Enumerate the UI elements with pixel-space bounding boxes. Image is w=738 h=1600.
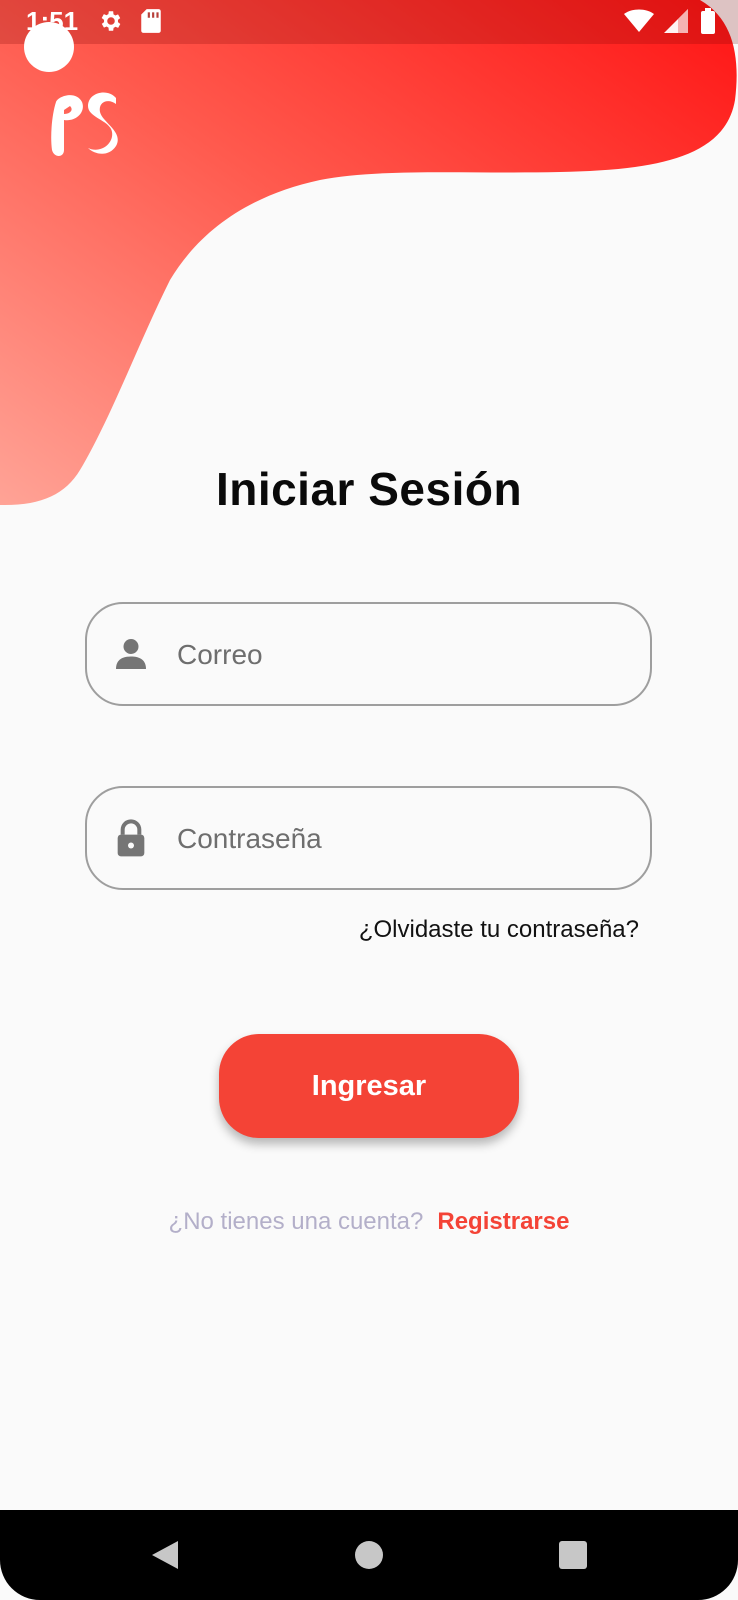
home-icon	[355, 1541, 383, 1569]
signup-prompt: ¿No tienes una cuenta? Registrarse	[0, 1208, 738, 1236]
recents-button[interactable]	[548, 1530, 598, 1580]
battery-icon	[701, 8, 715, 34]
app-logo	[51, 92, 118, 156]
home-button[interactable]	[344, 1530, 394, 1580]
no-account-text: ¿No tienes una cuenta?	[168, 1208, 424, 1235]
login-screen: 1:51 Iniciar Sesión Correo ¿Olvidaste tu…	[0, 0, 738, 1600]
password-field[interactable]	[85, 786, 652, 890]
email-input[interactable]	[175, 604, 619, 706]
status-bar: 1:51	[0, 0, 738, 44]
back-icon	[152, 1541, 178, 1569]
sd-card-icon	[141, 9, 161, 33]
page-title: Iniciar Sesión	[215, 463, 523, 515]
wifi-icon	[624, 9, 654, 32]
forgot-password-link[interactable]: ¿Olvidaste tu contraseña?	[359, 916, 639, 944]
system-nav-bar	[0, 1510, 738, 1600]
person-icon	[116, 639, 146, 669]
camera-cutout	[24, 22, 74, 72]
back-button[interactable]	[140, 1530, 190, 1580]
login-button[interactable]: Ingresar	[219, 1034, 519, 1138]
recents-icon	[559, 1541, 587, 1569]
register-link[interactable]: Registrarse	[437, 1208, 569, 1235]
email-field[interactable]	[85, 602, 652, 706]
password-input[interactable]	[175, 788, 619, 890]
signal-icon	[664, 9, 688, 33]
gear-icon	[101, 11, 121, 31]
header-decoration	[0, 0, 737, 506]
lock-icon	[117, 819, 145, 857]
